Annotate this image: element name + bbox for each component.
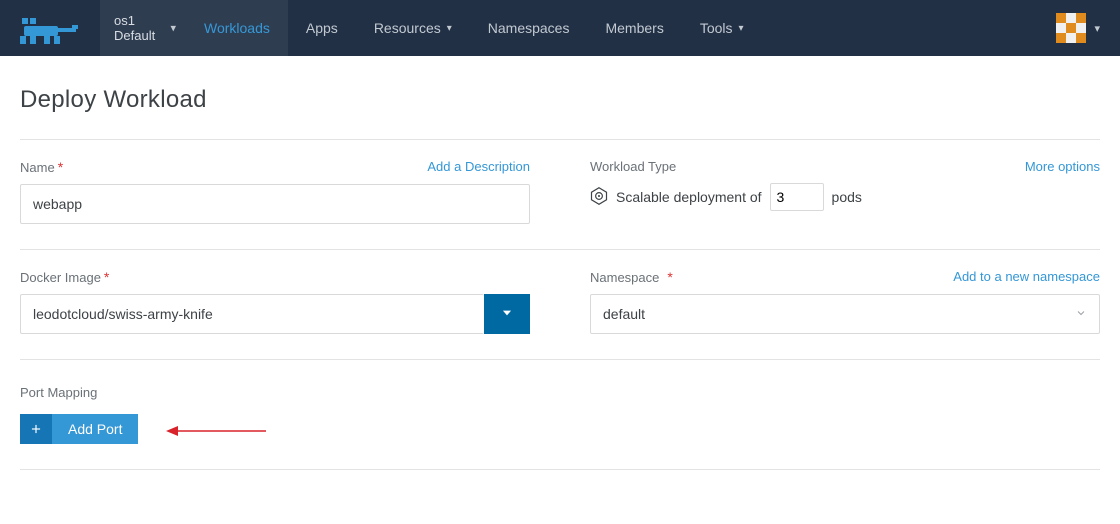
namespace-select[interactable]: default	[590, 294, 1100, 334]
cluster-scope: Default	[114, 28, 172, 43]
scalable-prefix: Scalable deployment of	[616, 189, 762, 205]
nav-workloads[interactable]: Workloads	[186, 0, 288, 56]
cluster-name: os1	[114, 13, 172, 28]
workload-type-field: Workload Type More options Scalable depl…	[590, 160, 1100, 224]
add-namespace-link[interactable]: Add to a new namespace	[953, 270, 1100, 284]
page-title: Deploy Workload	[20, 86, 1100, 114]
namespace-field: Namespace * Add to a new namespace defaul…	[590, 270, 1100, 334]
name-label: Name	[20, 160, 55, 175]
user-avatar-icon	[1056, 13, 1086, 43]
row-image-ns: Docker Image* Namespace* Add to a new na…	[20, 250, 1100, 359]
port-mapping-label: Port Mapping	[20, 385, 1100, 400]
row-name-type: Name* Add a Description Workload Type Mo…	[20, 140, 1100, 249]
port-mapping-section: Port Mapping Add Port	[20, 360, 1100, 469]
docker-image-dropdown-button[interactable]	[484, 294, 530, 334]
nav-apps[interactable]: Apps	[288, 0, 356, 56]
scalable-suffix: pods	[832, 189, 862, 205]
chevron-down-icon	[500, 306, 514, 323]
required-mark: *	[58, 159, 63, 175]
chevron-down-icon: ▾	[447, 23, 452, 34]
required-mark: *	[667, 269, 672, 285]
nav-tools[interactable]: Tools ▾	[682, 0, 762, 56]
nav-namespaces[interactable]: Namespaces	[470, 0, 588, 56]
annotation-arrow-icon	[166, 421, 266, 444]
workload-type-label: Workload Type	[590, 160, 676, 173]
docker-image-input[interactable]	[20, 294, 484, 334]
chevron-down-icon	[1075, 307, 1087, 322]
chevron-down-icon: ▾	[739, 23, 744, 34]
nav-items: Workloads Apps Resources ▾ Namespaces Me…	[186, 0, 762, 56]
add-description-link[interactable]: Add a Description	[427, 160, 530, 174]
namespace-label: Namespace	[590, 270, 659, 285]
chevron-down-icon: ▾	[1094, 22, 1100, 35]
docker-image-label: Docker Image	[20, 270, 101, 285]
docker-image-field: Docker Image*	[20, 270, 530, 334]
name-field: Name* Add a Description	[20, 160, 530, 224]
plus-icon	[20, 414, 52, 444]
rancher-logo[interactable]	[20, 12, 80, 44]
page-body: Deploy Workload Name* Add a Description …	[0, 56, 1120, 490]
pods-count-input[interactable]	[770, 183, 824, 211]
kubernetes-icon	[590, 187, 608, 208]
top-nav: os1 Default ▾ Workloads Apps Resources ▾…	[0, 0, 1120, 56]
required-mark: *	[104, 269, 109, 285]
namespace-selected-value: default	[603, 306, 645, 322]
name-input[interactable]	[20, 184, 530, 224]
add-port-label: Add Port	[52, 414, 138, 444]
cluster-picker[interactable]: os1 Default ▾	[100, 0, 186, 56]
nav-members[interactable]: Members	[587, 0, 681, 56]
more-options-link[interactable]: More options	[1025, 160, 1100, 173]
add-port-button[interactable]: Add Port	[20, 414, 138, 444]
user-menu[interactable]: ▾	[1036, 0, 1120, 56]
chevron-down-icon: ▾	[170, 22, 176, 35]
nav-resources[interactable]: Resources ▾	[356, 0, 470, 56]
